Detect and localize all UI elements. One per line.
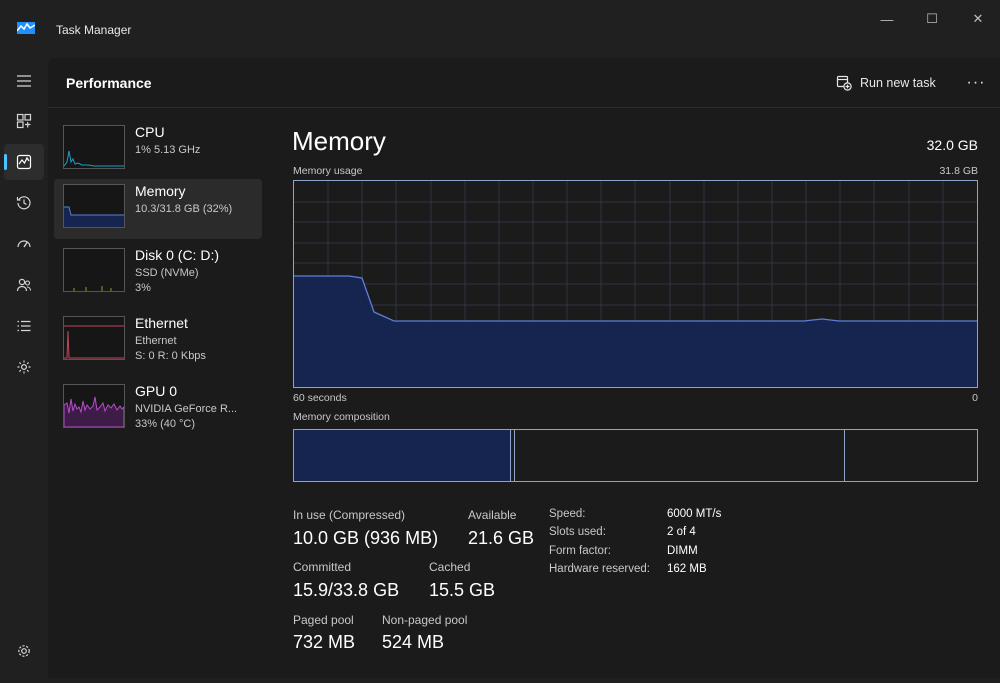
- maximize-button[interactable]: ☐: [922, 10, 942, 28]
- nav-settings[interactable]: [4, 633, 44, 669]
- available-label: Available: [468, 508, 517, 522]
- navigation-rail: [0, 58, 48, 683]
- total-memory: 32.0 GB: [926, 137, 978, 153]
- nav-processes[interactable]: [4, 103, 44, 139]
- task-manager-app-icon: [17, 22, 35, 34]
- startup-apps-icon: [17, 240, 31, 248]
- memory-usage-graph: [293, 180, 978, 388]
- nav-services[interactable]: [4, 349, 44, 385]
- memory-usage-label: Memory usage: [293, 165, 363, 177]
- performance-icon: [16, 154, 32, 170]
- memory-thumbnail-graph: [63, 184, 125, 228]
- nav-app-history[interactable]: [4, 185, 44, 221]
- slots-used-label: Slots used:: [549, 526, 606, 538]
- nav-performance[interactable]: [4, 144, 44, 180]
- detail-title: Memory: [292, 126, 386, 156]
- non-paged-pool-label: Non-paged pool: [382, 613, 468, 627]
- nav-details[interactable]: [4, 308, 44, 344]
- hardware-reserved-value: 162 MB: [667, 563, 707, 575]
- resource-detail: 10.3/31.8 GB (32%): [135, 203, 233, 215]
- resource-disk[interactable]: Disk 0 (C: D:) SSD (NVMe) 3%: [54, 243, 262, 303]
- close-button[interactable]: ✕: [968, 10, 988, 28]
- resource-detail: S: 0 R: 0 Kbps: [135, 350, 206, 362]
- services-icon: [17, 360, 31, 374]
- nav-startup-apps[interactable]: [4, 226, 44, 262]
- cached-value: 15.5 GB: [429, 580, 496, 600]
- run-new-task-label: Run new task: [860, 76, 936, 90]
- main-panel: Performance Run new task ··· CPU 1% 5.13…: [48, 58, 1000, 678]
- resource-cpu[interactable]: CPU 1% 5.13 GHz: [54, 120, 262, 180]
- memory-usage-plot: [294, 181, 977, 387]
- committed-value: 15.9/33.8 GB: [293, 580, 400, 600]
- form-factor-label: Form factor:: [549, 545, 611, 557]
- resource-detail: 3%: [135, 282, 151, 294]
- nav-users[interactable]: [4, 267, 44, 303]
- cached-label: Cached: [429, 560, 471, 574]
- resource-name: Memory: [135, 183, 186, 199]
- resource-gpu[interactable]: GPU 0 NVIDIA GeForce R... 33% (40 °C): [54, 379, 262, 439]
- paged-pool-label: Paged pool: [293, 613, 354, 627]
- speed-label: Speed:: [549, 508, 586, 520]
- details-icon: [17, 320, 31, 332]
- ethernet-thumbnail-graph: [63, 316, 125, 360]
- processes-icon: [16, 113, 32, 129]
- disk-thumbnail-graph: [63, 248, 125, 292]
- resource-detail: SSD (NVMe): [135, 267, 199, 279]
- form-factor-value: DIMM: [667, 545, 698, 557]
- resource-detail: 33% (40 °C): [135, 418, 196, 430]
- run-task-icon: [836, 75, 852, 91]
- resource-ethernet[interactable]: Ethernet Ethernet S: 0 R: 0 Kbps: [54, 311, 262, 371]
- hamburger-menu-button[interactable]: [4, 63, 44, 99]
- app-history-icon: [16, 196, 31, 210]
- more-options-icon: ···: [966, 74, 986, 91]
- paged-pool-value: 732 MB: [293, 632, 356, 652]
- speed-value: 6000 MT/s: [667, 508, 722, 520]
- resource-detail: Ethernet: [135, 335, 177, 347]
- memory-composition-bar: [293, 429, 978, 482]
- resource-name: GPU 0: [135, 383, 178, 399]
- graph-min-label: 0: [972, 392, 978, 404]
- minimize-button[interactable]: —: [877, 10, 897, 28]
- non-paged-pool-value: 524 MB: [382, 632, 445, 652]
- window-title: Task Manager: [56, 23, 132, 37]
- memory-usage-max: 31.8 GB: [939, 165, 978, 177]
- memory-composition-label: Memory composition: [293, 411, 390, 423]
- gpu-thumbnail-graph: [63, 384, 125, 428]
- hardware-reserved-label: Hardware reserved:: [549, 563, 650, 575]
- hamburger-icon: [17, 75, 31, 87]
- resource-detail: NVIDIA GeForce R...: [135, 403, 238, 415]
- resource-detail: 1% 5.13 GHz: [135, 144, 201, 156]
- committed-label: Committed: [293, 560, 352, 574]
- in-use-label: In use (Compressed): [293, 508, 406, 522]
- run-new-task-button[interactable]: Run new task: [836, 72, 936, 94]
- settings-icon: [18, 645, 30, 657]
- page-title: Performance: [66, 75, 152, 91]
- in-use-value: 10.0 GB (936 MB): [293, 528, 439, 548]
- available-value: 21.6 GB: [468, 528, 535, 548]
- page-header: Performance Run new task ···: [48, 58, 1000, 108]
- resource-name: Ethernet: [135, 315, 188, 331]
- resource-name: Disk 0 (C: D:): [135, 247, 219, 263]
- time-span-label: 60 seconds: [293, 392, 347, 404]
- more-options-button[interactable]: ···: [963, 72, 989, 94]
- resource-name: CPU: [135, 124, 165, 140]
- composition-in-use: [294, 430, 511, 481]
- slots-used-value: 2 of 4: [667, 526, 696, 538]
- resource-memory[interactable]: Memory 10.3/31.8 GB (32%): [54, 179, 262, 239]
- composition-standby-divider: [844, 430, 845, 481]
- users-icon: [16, 278, 32, 292]
- composition-modified: [514, 430, 515, 481]
- cpu-thumbnail-graph: [63, 125, 125, 169]
- title-bar: Task Manager — ☐ ✕: [0, 0, 1000, 58]
